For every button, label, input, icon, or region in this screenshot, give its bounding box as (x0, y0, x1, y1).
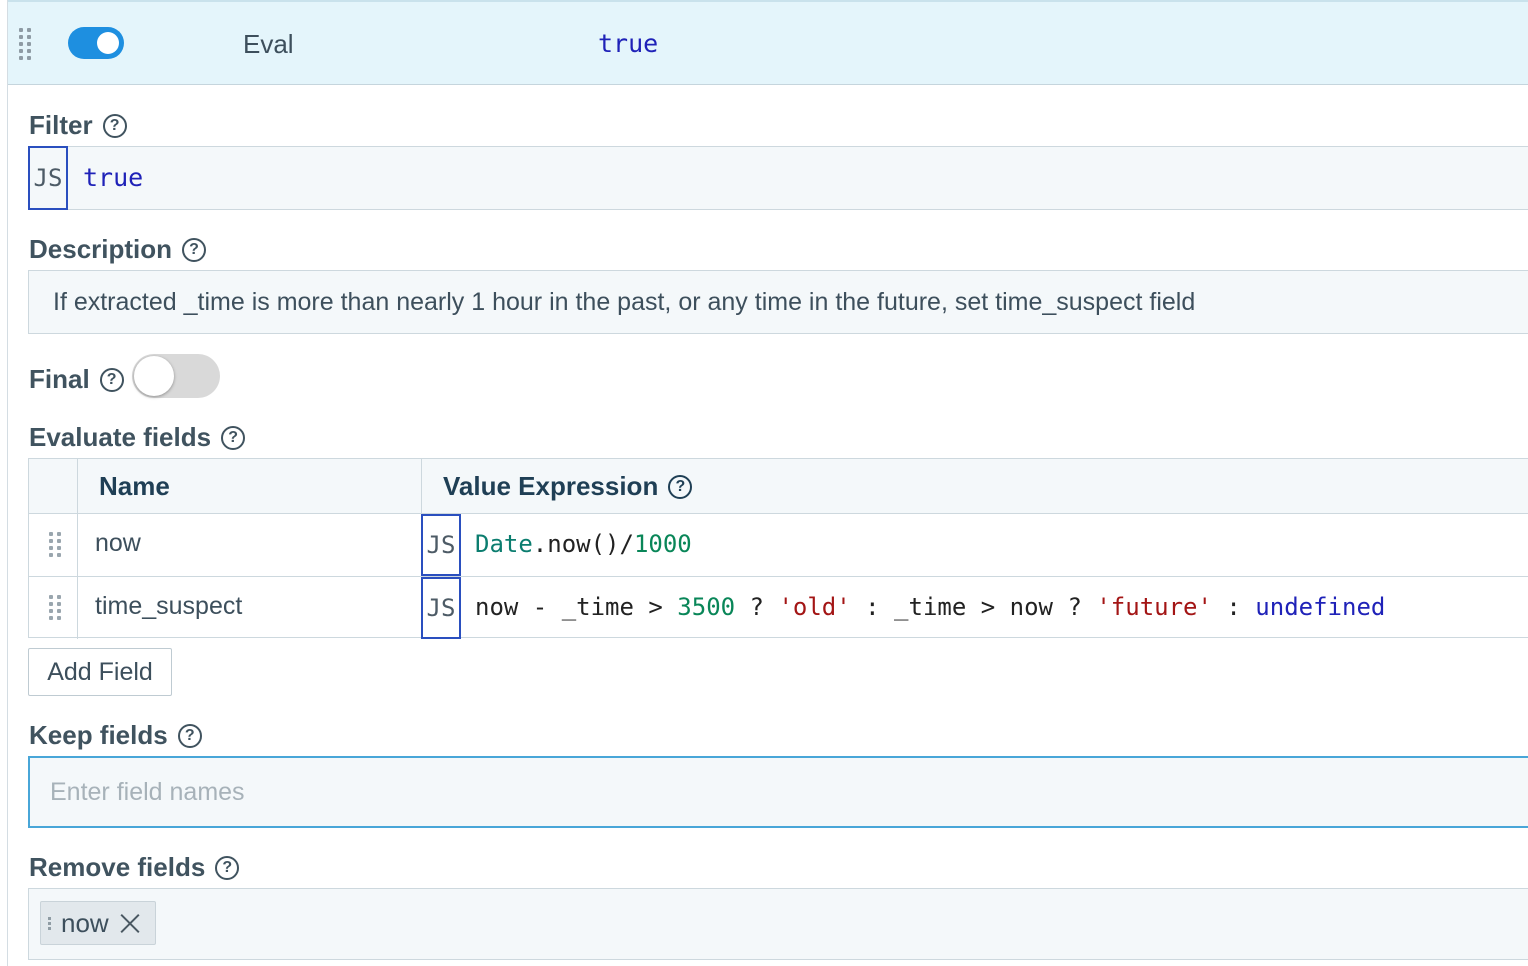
table-row: now JS Date.now()/1000 (29, 514, 1528, 576)
description-text: If extracted _time is more than nearly 1… (53, 288, 1196, 316)
description-label: Description? (29, 234, 207, 265)
close-icon[interactable] (119, 912, 141, 934)
function-enabled-toggle[interactable] (68, 27, 124, 59)
field-name-cell[interactable]: now (95, 529, 141, 558)
drag-handle-icon[interactable] (49, 532, 61, 557)
js-language-tag: JS (28, 146, 68, 210)
help-icon[interactable]: ? (221, 425, 246, 450)
function-title: Eval (243, 29, 294, 59)
chip-drag-handle-icon[interactable] (48, 916, 51, 930)
keep-fields-label: Keep fields? (29, 720, 202, 751)
table-header: Name Value Expression? (29, 459, 1528, 514)
header-filter-preview: true (598, 29, 659, 58)
filter-expression[interactable]: true (83, 163, 143, 192)
value-expression-cell[interactable]: Date.now()/1000 (475, 530, 692, 558)
keep-fields-input[interactable] (28, 756, 1528, 828)
filter-input[interactable]: JS true (28, 146, 1528, 210)
help-icon[interactable]: ? (99, 367, 124, 392)
final-toggle[interactable] (132, 354, 220, 398)
evaluate-fields-table: Name Value Expression? now JS Date.now()… (28, 458, 1528, 639)
description-input[interactable]: If extracted _time is more than nearly 1… (28, 270, 1528, 334)
left-rail (0, 0, 8, 966)
evaluate-fields-label: Evaluate fields? (29, 422, 246, 453)
drag-handle-icon[interactable] (19, 28, 31, 60)
help-icon[interactable]: ? (177, 723, 202, 748)
final-label: Final? (29, 364, 124, 395)
field-chip[interactable]: now (40, 901, 156, 945)
remove-fields-input[interactable]: now (28, 888, 1528, 960)
function-header-row[interactable]: Eval true (8, 0, 1528, 85)
help-icon[interactable]: ? (102, 113, 127, 138)
column-header-name: Name (99, 471, 170, 501)
filter-label: Filter? (29, 110, 127, 141)
add-field-button[interactable]: Add Field (28, 648, 172, 696)
js-language-tag: JS (421, 577, 461, 639)
chip-label: now (61, 907, 109, 938)
table-row: time_suspect JS now - _time > 3500 ? 'ol… (29, 576, 1528, 639)
field-name-cell[interactable]: time_suspect (95, 592, 242, 621)
js-language-tag: JS (421, 514, 461, 576)
help-icon[interactable]: ? (668, 474, 693, 499)
drag-handle-icon[interactable] (49, 595, 61, 620)
help-icon[interactable]: ? (182, 237, 207, 262)
help-icon[interactable]: ? (215, 855, 240, 880)
remove-fields-label: Remove fields? (29, 852, 240, 883)
column-header-value-expression: Value Expression? (443, 471, 693, 502)
value-expression-cell[interactable]: now - _time > 3500 ? 'old' : _time > now… (475, 593, 1385, 621)
column-divider (421, 459, 422, 514)
